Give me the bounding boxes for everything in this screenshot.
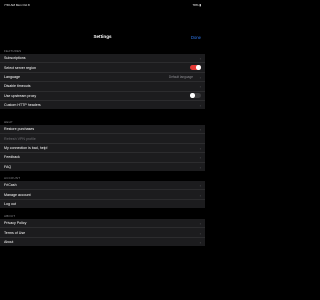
row-fricash[interactable]: FriCash › [0,181,205,191]
section-header-features: FEATURES [4,49,22,53]
row-subscriptions[interactable]: Subscriptions › [0,54,205,64]
row-label: My connection is bad, help! [4,146,48,151]
group-about: Privacy Policy › Terms of Use › About › [0,219,205,247]
section-header-about: ABOUT [4,214,16,218]
row-connection-help[interactable]: My connection is bad, help! › [0,144,205,154]
row-disable-timeouts[interactable]: Disable timeouts › [0,82,205,92]
row-label: Language [4,75,20,80]
toggle-knob [196,65,201,70]
toggle-knob [190,93,195,99]
navigation-bar: Settings Done [0,31,205,45]
row-label: Disable timeouts [4,84,31,89]
group-account: FriCash › Manage account › Log out [0,181,205,209]
row-label: FAQ [4,164,12,169]
chevron-right-icon: › [199,221,201,227]
chevron-right-icon: › [199,84,201,90]
battery-indicator: 78% ▮ [192,3,202,7]
row-label: Subscriptions [4,56,26,61]
group-help: Restore purchases › Refresh VPN profile … [0,125,205,171]
row-privacy-policy[interactable]: Privacy Policy › [0,219,205,229]
upstream-proxy-toggle[interactable] [190,93,201,99]
row-label: Terms of Use [4,230,26,235]
chevron-right-icon: › [199,56,201,62]
row-custom-http-headers[interactable]: Custom HTTP headers › [0,101,205,109]
row-label: Log out [4,202,16,207]
section-header-help: HELP [4,120,13,124]
row-language[interactable]: Language Default language › [0,73,205,83]
row-label: FriCash [4,183,17,188]
row-refresh-vpn-profile[interactable]: Refresh VPN profile [0,134,205,144]
row-label: Refresh VPN profile [4,136,36,141]
chevron-right-icon: › [199,183,201,189]
section-header-account: ACCOUNT [4,176,21,180]
row-label: Manage account [4,192,31,197]
row-terms-of-use[interactable]: Terms of Use › [0,228,205,238]
row-feedback[interactable]: Feedback › [0,153,205,163]
chevron-right-icon: › [199,155,201,161]
row-label: Privacy Policy [4,221,27,226]
chevron-right-icon: › [199,127,201,133]
chevron-right-icon: › [199,145,201,151]
row-label: Feedback [4,155,20,160]
chevron-right-icon: › [199,230,201,236]
row-label: Select server region [4,65,36,70]
chevron-right-icon: › [199,164,201,170]
row-select-server-region[interactable]: Select server region [0,63,205,73]
status-time-date: 7:50 AM Mon Oct 8 [4,3,30,7]
group-features: Subscriptions › Select server region Lan… [0,54,205,110]
chevron-right-icon: › [199,239,201,245]
row-upstream-proxy[interactable]: Use upstream proxy [0,92,205,101]
row-manage-account[interactable]: Manage account › [0,190,205,200]
chevron-right-icon: › [199,192,201,198]
page-title: Settings [93,34,112,39]
row-faq[interactable]: FAQ › [0,163,205,171]
row-label: About [4,240,14,245]
language-value: Default language [168,75,193,80]
row-about[interactable]: About › [0,238,205,246]
done-button[interactable]: Done [191,35,201,40]
row-log-out[interactable]: Log out [0,200,205,208]
server-region-toggle[interactable] [190,64,201,71]
chevron-right-icon: › [199,74,201,80]
row-label: Custom HTTP headers [4,103,41,108]
row-label: Restore purchases [4,127,35,132]
row-restore-purchases[interactable]: Restore purchases › [0,125,205,135]
status-bar: 7:50 AM Mon Oct 8 78% ▮ [0,0,205,10]
chevron-right-icon: › [199,103,201,109]
row-label: Use upstream proxy [4,93,37,98]
